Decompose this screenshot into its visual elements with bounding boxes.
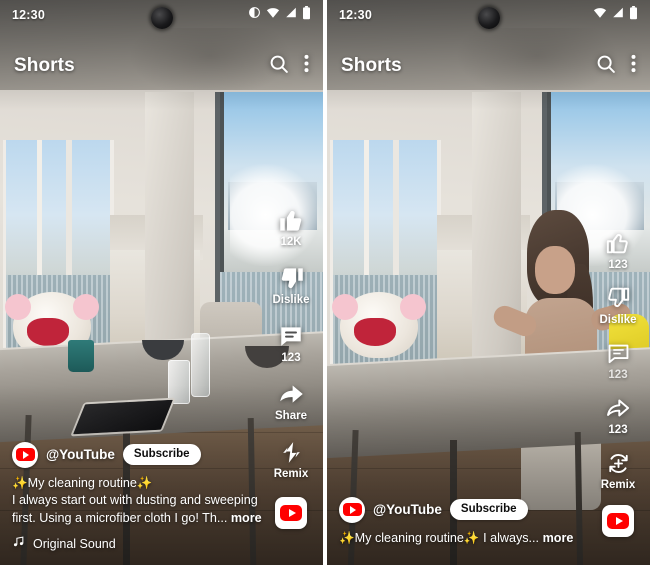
action-rail-right: 123 Dislike 123 123 Remix [592, 228, 644, 537]
share-count: 123 [608, 424, 628, 436]
more-link[interactable]: more [543, 531, 574, 545]
header-actions [268, 53, 309, 80]
thumbs-up-outline-icon [605, 228, 631, 258]
comment-count: 123 [281, 352, 301, 364]
description-line-1: ✨My cleaning routine✨ [12, 475, 153, 490]
battery-icon [302, 5, 311, 25]
video-meta-left: @YouTube Subscribe ✨My cleaning routine✨… [0, 441, 323, 554]
dislike-button[interactable]: Dislike [265, 263, 317, 307]
remix-outline-icon [606, 448, 631, 478]
channel-handle[interactable]: @YouTube [46, 447, 115, 462]
subscribe-button[interactable]: Subscribe [122, 444, 201, 465]
comment-count: 123 [608, 369, 628, 381]
remix-button[interactable]: Remix [592, 448, 644, 492]
thumbs-down-filled-icon [278, 263, 305, 293]
avatar [12, 441, 38, 468]
like-button[interactable]: 123 [592, 228, 644, 272]
more-options-icon[interactable] [631, 53, 636, 79]
search-icon[interactable] [268, 53, 290, 80]
status-clock: 12:30 [339, 8, 372, 22]
status-icons [593, 5, 638, 25]
avatar [339, 496, 365, 523]
dislike-button[interactable]: Dislike [592, 283, 644, 327]
share-button[interactable]: 123 [592, 393, 644, 437]
thumbs-down-outline-icon [605, 283, 631, 313]
shorts-header: Shorts [0, 46, 323, 86]
status-clock: 12:30 [12, 8, 45, 22]
signal-icon [285, 6, 297, 24]
like-button[interactable]: 12K [265, 205, 317, 249]
music-note-icon [12, 535, 25, 553]
page-title: Shorts [14, 55, 75, 76]
comment-button[interactable]: 123 [592, 338, 644, 382]
battery-icon [629, 5, 638, 25]
video-description[interactable]: ✨My cleaning routine✨ I always start out… [12, 475, 311, 528]
wifi-icon [593, 6, 607, 24]
share-label: Share [275, 410, 307, 422]
phone-left: 12:30 Shorts 12K Dislike 123 Share Remix… [0, 0, 323, 565]
share-filled-icon [278, 379, 305, 409]
channel-row[interactable]: @YouTube Subscribe [339, 496, 638, 523]
like-count: 12K [280, 236, 302, 248]
channel-row[interactable]: @YouTube Subscribe [12, 441, 311, 468]
more-options-icon[interactable] [304, 53, 309, 79]
sound-row[interactable]: Original Sound [12, 535, 311, 553]
header-actions [595, 53, 636, 80]
signal-icon [612, 6, 624, 24]
description-line-1: ✨My cleaning routine✨ I always... [339, 530, 540, 545]
shorts-header: Shorts [327, 46, 650, 86]
comment-button[interactable]: 123 [265, 321, 317, 365]
sound-label: Original Sound [33, 537, 116, 551]
subscribe-button[interactable]: Subscribe [449, 499, 528, 520]
camera-punch-hole [477, 7, 500, 29]
comment-filled-icon [278, 321, 304, 351]
phone-right: 12:30 Shorts 123 Dislike 123 123 Remix @… [327, 0, 650, 565]
video-meta-right: @YouTube Subscribe ✨My cleaning routine✨… [327, 496, 650, 548]
channel-handle[interactable]: @YouTube [373, 502, 442, 517]
comment-outline-icon [606, 338, 631, 368]
dislike-label: Dislike [599, 314, 637, 326]
dislike-label: Dislike [272, 294, 310, 306]
page-title: Shorts [341, 55, 402, 76]
like-count: 123 [608, 259, 628, 271]
brightness-icon [248, 6, 261, 24]
description-line-3: first. Using a microfiber cloth I go! Th… [12, 510, 228, 525]
camera-punch-hole [150, 7, 173, 29]
thumbs-up-filled-icon [278, 205, 305, 235]
share-outline-icon [605, 393, 631, 423]
more-link[interactable]: more [231, 511, 262, 525]
wifi-icon [266, 6, 280, 24]
search-icon[interactable] [595, 53, 617, 80]
description-line-2: I always start out with dusting and swee… [12, 493, 258, 507]
video-description[interactable]: ✨My cleaning routine✨ I always... more [339, 530, 638, 548]
share-button[interactable]: Share [265, 379, 317, 423]
shorts-comparison-stage: 12:30 Shorts 12K Dislike 123 Share Remix… [0, 0, 650, 565]
remix-label: Remix [600, 479, 636, 491]
status-icons [248, 5, 311, 25]
